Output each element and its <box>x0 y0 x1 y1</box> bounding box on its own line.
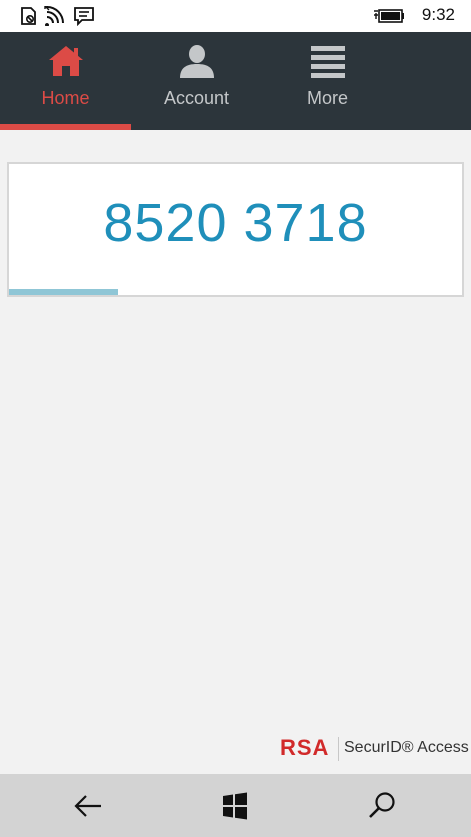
tab-more[interactable]: More <box>262 32 393 130</box>
active-tab-indicator <box>0 124 131 130</box>
tab-more-label: More <box>306 88 348 108</box>
token-code[interactable]: 8520 3718 <box>9 192 462 254</box>
tab-home-label: Home <box>41 88 90 108</box>
notification-icon <box>21 7 36 25</box>
token-timer-bar <box>9 289 462 295</box>
product-name: SecurID® Access <box>344 739 469 756</box>
status-bar: 9:32 <box>0 0 471 32</box>
token-card[interactable]: 8520 3718 <box>7 162 464 297</box>
windows-start-icon[interactable] <box>217 788 253 824</box>
tab-account[interactable]: Account <box>131 32 262 130</box>
clock: 9:32 <box>421 5 455 24</box>
search-icon[interactable] <box>364 788 400 824</box>
token-timer-fill <box>9 289 118 295</box>
tab-home[interactable]: Home <box>0 32 131 130</box>
wifi-icon <box>44 6 64 26</box>
back-icon[interactable] <box>71 788 107 824</box>
home-icon <box>48 46 83 76</box>
system-nav-bar <box>0 774 471 837</box>
menu-icon <box>310 46 345 78</box>
tab-account-label: Account <box>163 88 230 108</box>
rsa-logo: RSA <box>280 735 330 760</box>
top-nav: Home Account More <box>0 32 471 130</box>
battery-icon <box>374 9 404 23</box>
message-icon <box>74 7 94 26</box>
brand-divider <box>338 737 339 761</box>
person-icon <box>179 45 214 78</box>
